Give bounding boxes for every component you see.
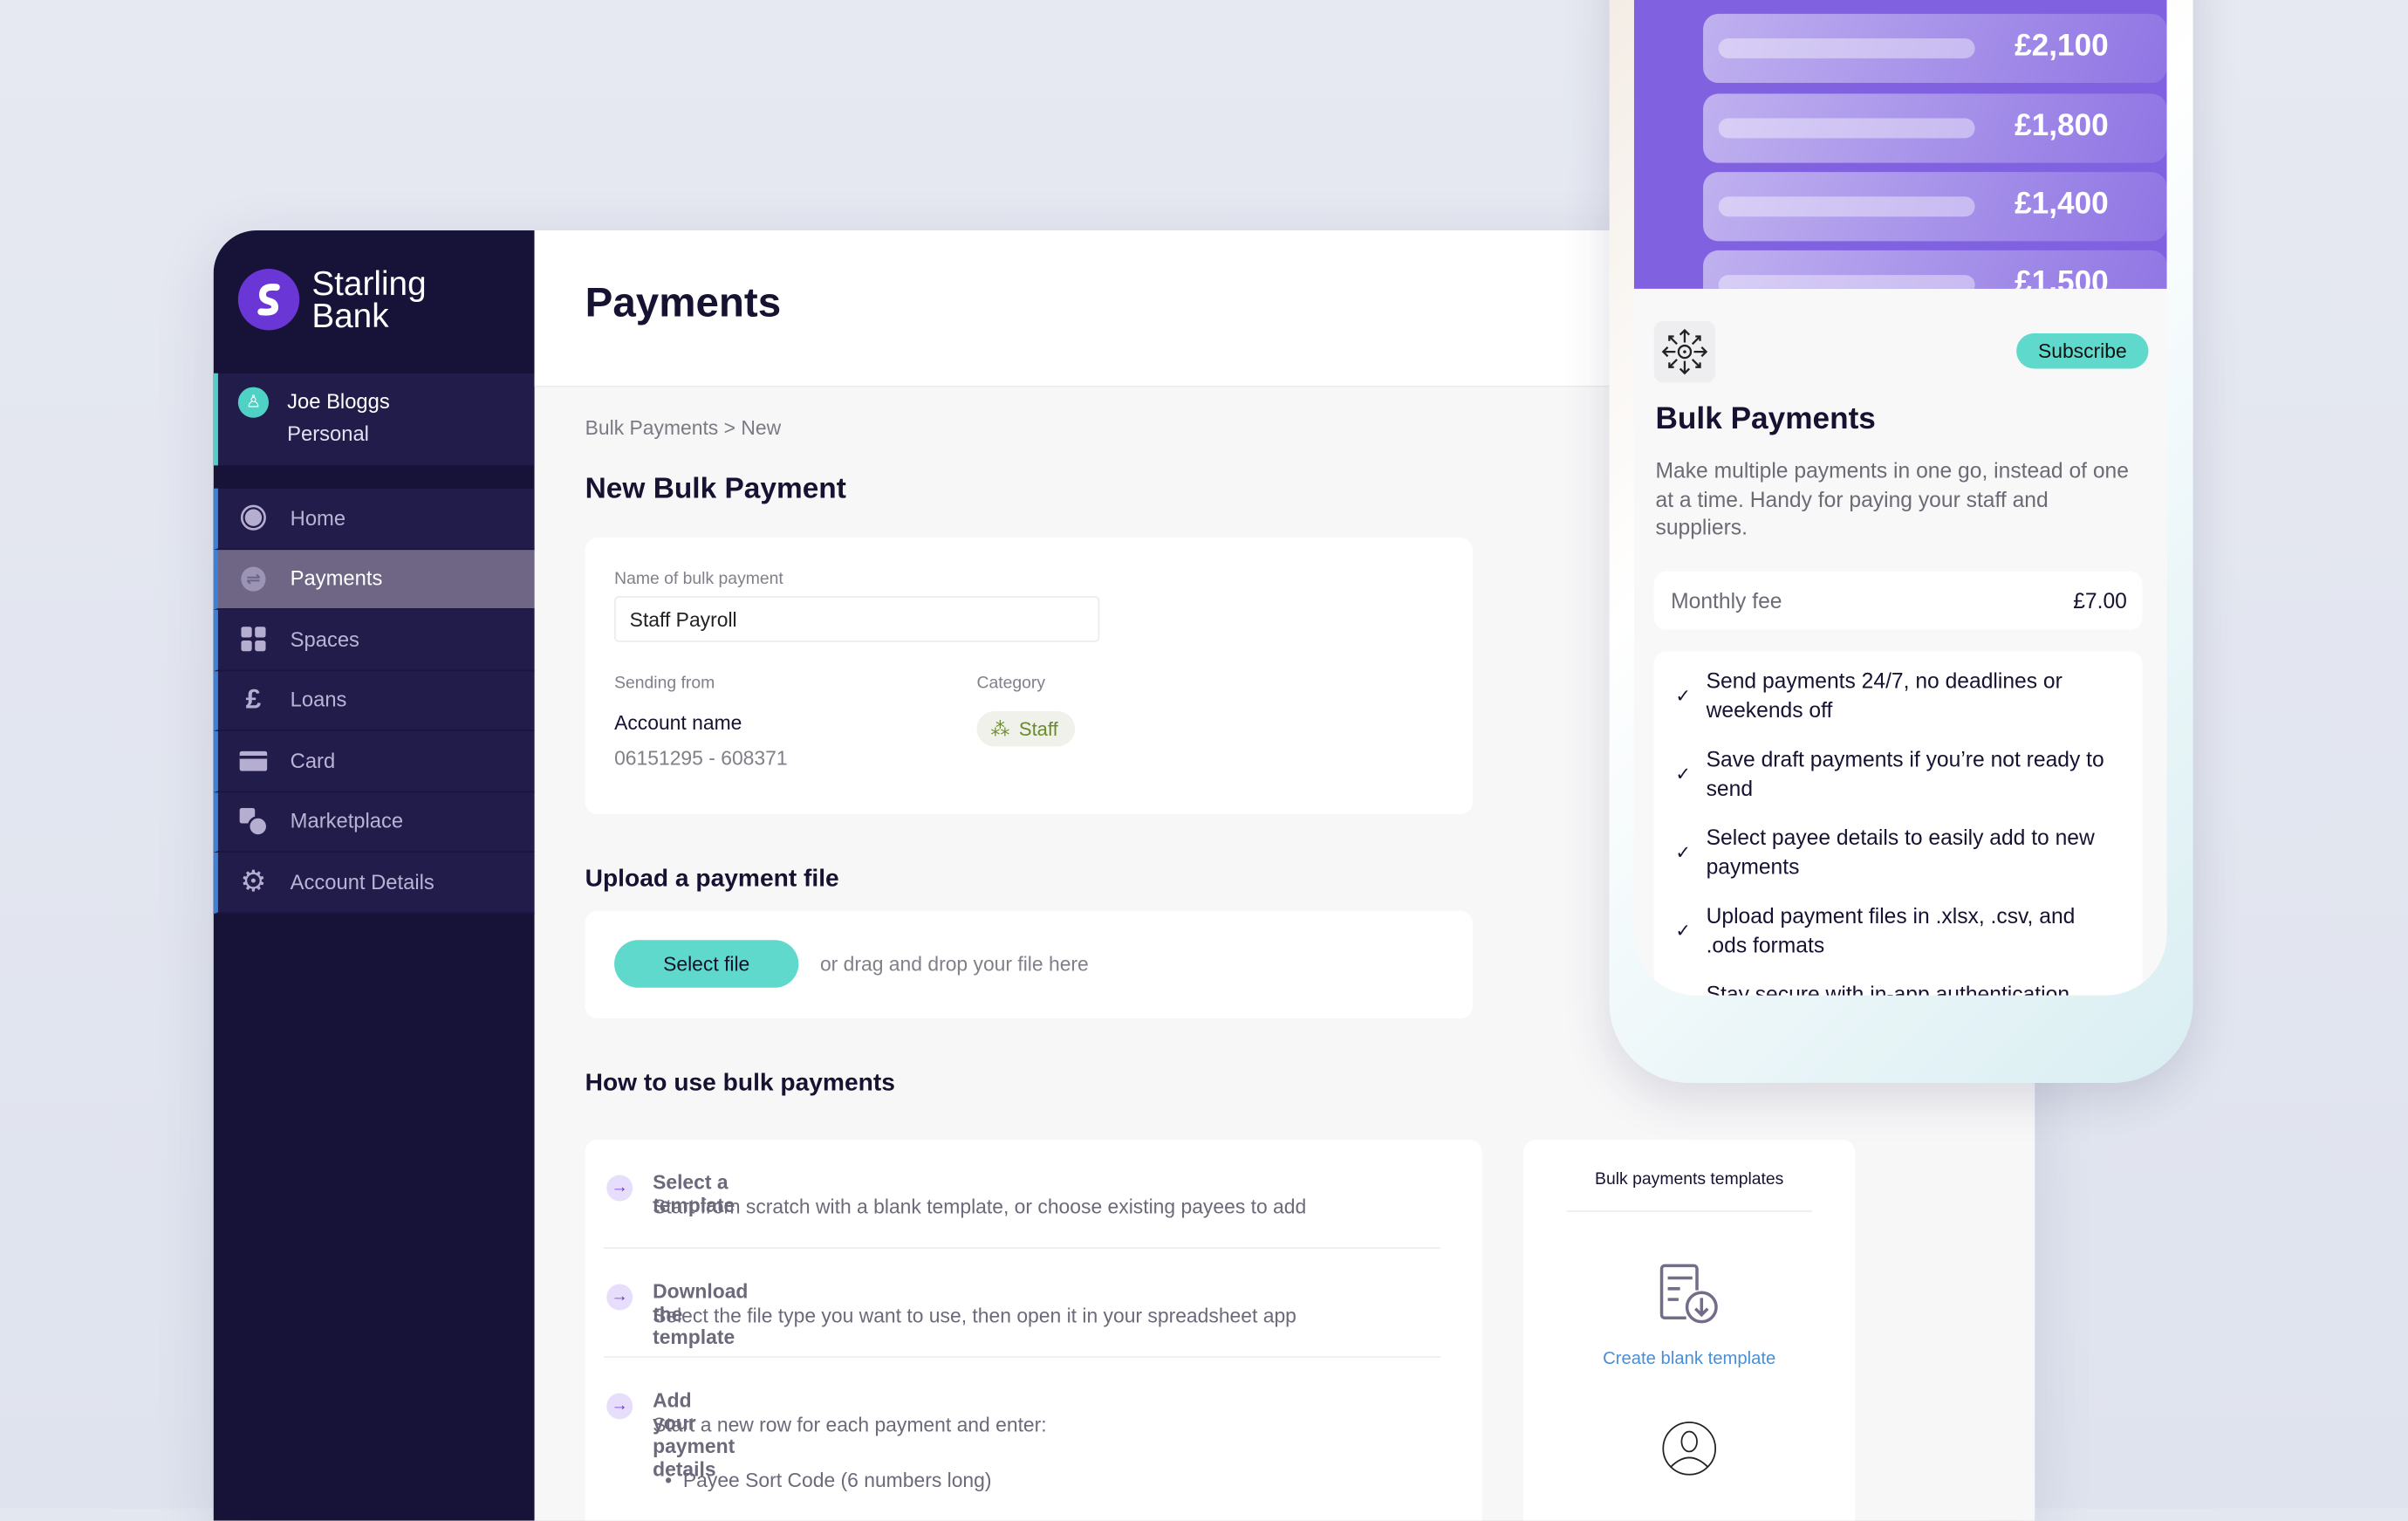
payment-row: £2,100 [1703,13,2167,84]
card-icon [239,747,268,775]
feature-item: Upload payment files in .xlsx, .csv, and… [1706,902,2076,957]
upload-title: Upload a payment file [585,866,839,893]
features-list: ✓ Send payments 24/7, no deadlines or wee… [1653,651,2143,996]
category-label: Category [976,674,1046,693]
check-icon: ✓ [1675,841,1692,864]
phone-screen: £2,100 £1,800 £1,400 £1,500 Subscribe Bu… [1633,0,2167,996]
arrow-right-icon: → [606,1175,633,1202]
sidebar-nav: Home Payments Spaces £ Loans Card Marketp… [213,488,535,914]
upload-dropzone[interactable]: Select file or drag and drop your file h… [585,910,1474,1019]
brand-name: Starling Bank [311,264,427,335]
divider [603,1247,1441,1250]
drop-hint: or drag and drop your file here [819,952,1089,976]
sidebar-item-home[interactable]: Home [213,488,535,550]
payment-row: £1,500 [1703,250,2167,289]
monthly-fee-row: Monthly fee £7.00 [1653,571,2143,630]
sidebar-item-card[interactable]: Card [213,730,535,792]
feature-description: Make multiple payments in one go, instea… [1655,457,2129,539]
account-type: Personal [287,422,369,446]
arrow-right-icon: → [606,1393,633,1420]
bulk-payment-name-input[interactable] [614,595,1100,642]
payment-details-card: Name of bulk payment Sending from Accoun… [585,538,1474,814]
feature-item: Send payments 24/7, no deadlines or week… [1706,668,2063,723]
check-icon: ✓ [1675,685,1692,707]
starling-logo-icon [237,269,300,331]
check-icon: ✓ [1675,763,1692,785]
payments-illustration: £2,100 £1,800 £1,400 £1,500 [1633,0,2167,289]
fee-value: £7.00 [2073,588,2127,613]
check-icon: ✓ [1675,920,1692,942]
feature-item: Select payee details to easily add to ne… [1706,825,2095,879]
document-download-icon[interactable] [1657,1263,1721,1327]
gear-icon: ⚙ [240,866,267,899]
home-icon [240,504,268,532]
bulk-payments-icon [1653,320,1716,383]
feature-item: Save draft payments if you’re not ready … [1706,746,2104,801]
subscribe-button[interactable]: Subscribe [2016,332,2149,369]
account-number: 06151295 - 608371 [614,746,788,770]
person-icon[interactable] [1660,1419,1719,1477]
category-chip[interactable]: ⁂ Staff [976,710,1076,747]
divider [1566,1210,1813,1212]
select-file-button[interactable]: Select file [614,940,799,988]
sidebar-item-marketplace[interactable]: Marketplace [213,791,535,853]
marketplace-icon [239,807,268,836]
templates-card: Bulk payments templates Create blank tem… [1523,1140,1856,1521]
sidebar-item-payments[interactable]: Payments [213,549,535,610]
create-blank-template-link[interactable]: Create blank template [1523,1350,1855,1368]
form-title: New Bulk Payment [585,473,846,506]
phone-mockup: £2,100 £1,800 £1,400 £1,500 Subscribe Bu… [1609,0,2193,1083]
breadcrumb[interactable]: Bulk Payments > New [585,416,781,439]
arrow-right-icon: → [606,1284,633,1311]
feature-title: Bulk Payments [1655,402,1876,436]
sidebar-item-account-details[interactable]: ⚙ Account Details [213,852,535,914]
name-label: Name of bulk payment [614,570,783,589]
spaces-icon [240,626,268,654]
templates-title: Bulk payments templates [1595,1170,1784,1189]
user-account-switcher[interactable]: ♙ Joe Bloggs Personal [213,373,535,466]
sidebar: Starling Bank ♙ Joe Bloggs Personal Home … [213,230,535,1521]
sidebar-item-spaces[interactable]: Spaces [213,609,535,671]
avatar: ♙ [237,387,270,418]
staff-icon: ⁂ [990,718,1010,741]
sending-from-label: Sending from [614,674,715,693]
sidebar-item-loans[interactable]: £ Loans [213,670,535,731]
feature-item: Stay secure with in-app authentication [1706,981,2070,996]
payment-row: £1,800 [1703,93,2167,163]
user-name: Joe Bloggs [287,390,390,414]
howto-card: → Select a template Start from scratch wit… [585,1140,1482,1521]
pound-icon: £ [245,683,262,715]
account-name: Account name [614,710,742,735]
payment-row: £1,400 [1703,172,2167,242]
payments-icon [240,565,268,593]
divider [603,1356,1441,1359]
howto-title: How to use bulk payments [585,1070,895,1097]
bullet-item: • Payee Sort Code (6 numbers long) [665,1468,992,1492]
page-title: Payments [585,279,782,326]
